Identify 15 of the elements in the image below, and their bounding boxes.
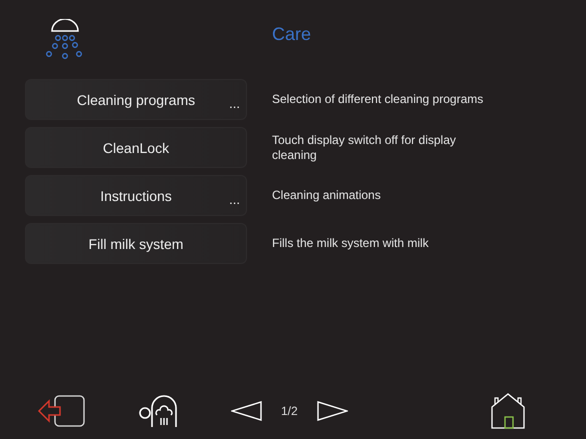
menu-button[interactable]: Fill milk system (25, 223, 247, 264)
item-description: Fills the milk system with milk (272, 236, 430, 251)
previous-icon[interactable] (231, 401, 263, 421)
menu-button[interactable]: Instructions ... (25, 175, 247, 216)
page-title: Care (272, 24, 312, 45)
page-indicator: 1/2 (281, 404, 298, 418)
item-description: Cleaning animations (272, 188, 382, 203)
next-icon[interactable] (316, 401, 348, 421)
menu-button[interactable]: Cleaning programs ... (25, 79, 247, 120)
item-description: Selection of different cleaning programs (272, 92, 484, 107)
home-icon[interactable] (490, 393, 525, 429)
more-indicator: ... (229, 192, 240, 207)
more-indicator: ... (229, 96, 240, 111)
item-description: Touch display switch off for display cleaning (272, 132, 457, 162)
menu-button[interactable]: CleanLock (25, 127, 247, 168)
